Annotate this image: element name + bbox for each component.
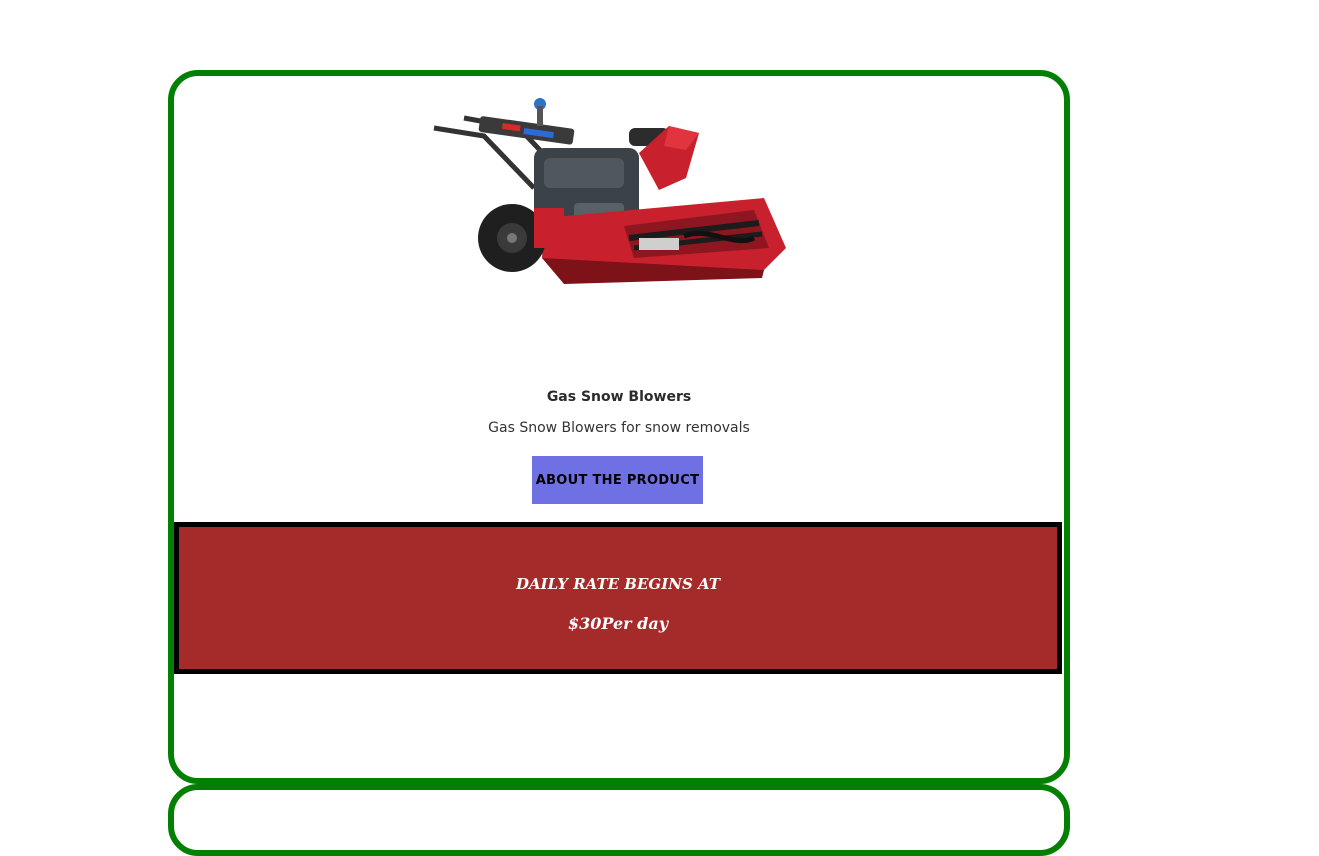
next-product-card (168, 784, 1070, 856)
about-product-button[interactable]: ABOUT THE PRODUCT (532, 456, 703, 504)
product-title: Gas Snow Blowers (546, 389, 692, 405)
daily-rate-price: $30Per day (567, 614, 669, 633)
product-description: Gas Snow Blowers for snow removals (488, 420, 750, 436)
daily-rate-banner: DAILY RATE BEGINS AT $30Per day (174, 522, 1062, 674)
daily-rate-heading: DAILY RATE BEGINS AT (516, 575, 720, 593)
product-card: Gas Snow Blowers Gas Snow Blowers for sn… (168, 70, 1070, 784)
product-image (433, 98, 786, 284)
